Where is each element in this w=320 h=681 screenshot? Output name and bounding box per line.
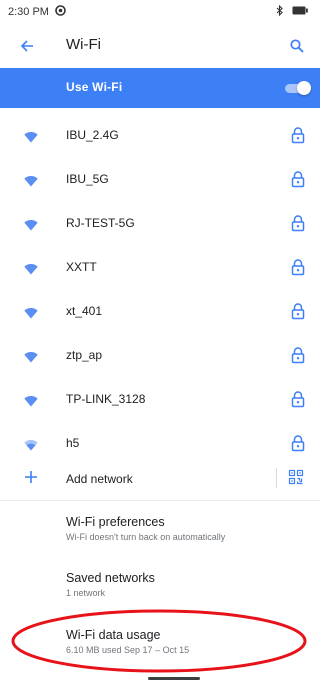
lock-icon (291, 126, 305, 144)
status-time: 2:30 PM (8, 6, 49, 18)
back-arrow-icon[interactable] (17, 36, 37, 56)
wifi-signal-icon (24, 306, 38, 319)
add-network-label: Add network (66, 472, 133, 486)
wifi-signal-icon (24, 262, 38, 275)
network-row[interactable]: XXTT (0, 246, 320, 290)
status-left: 2:30 PM (8, 5, 66, 19)
wifi-data-usage-item[interactable]: Wi-Fi data usage 6.10 MB used Sep 17 – O… (66, 627, 306, 657)
lock-icon (291, 258, 305, 276)
lock-icon (291, 170, 305, 188)
lock-icon (291, 302, 305, 320)
network-name: xt_401 (66, 304, 103, 318)
use-wifi-row[interactable]: Use Wi-Fi (0, 68, 320, 108)
network-name: ztp_ap (66, 348, 103, 362)
app-circle-icon (55, 5, 66, 19)
section-divider (0, 500, 320, 501)
saved-networks-item[interactable]: Saved networks 1 network (66, 570, 306, 600)
wifi-signal-icon (24, 218, 38, 231)
network-name: h5 (66, 436, 80, 450)
network-name: IBU_2.4G (66, 128, 119, 142)
add-network-row[interactable]: Add network (0, 458, 320, 500)
network-list: IBU_2.4G IBU_5G RJ-TEST-5G XXTT xt_401 z… (0, 114, 320, 466)
app-bar: Wi-Fi (0, 24, 320, 68)
use-wifi-toggle[interactable] (285, 81, 311, 95)
bluetooth-icon (276, 4, 284, 19)
plus-icon (23, 469, 39, 485)
divider (276, 468, 277, 488)
network-row[interactable]: ztp_ap (0, 334, 320, 378)
lock-icon (291, 346, 305, 364)
pref-title: Saved networks (66, 571, 155, 585)
page-title: Wi-Fi (66, 36, 101, 53)
status-right (276, 4, 308, 19)
toggle-knob (297, 81, 311, 95)
network-row[interactable]: RJ-TEST-5G (0, 202, 320, 246)
pref-subtitle: Wi-Fi doesn't turn back on automatically (66, 532, 226, 542)
wifi-preferences-item[interactable]: Wi-Fi preferences Wi-Fi doesn't turn bac… (66, 514, 306, 544)
pref-title: Wi-Fi preferences (66, 515, 165, 529)
wifi-signal-icon (24, 174, 38, 187)
network-row[interactable]: IBU_5G (0, 158, 320, 202)
lock-icon (291, 434, 305, 452)
qr-code-icon[interactable] (288, 469, 304, 485)
network-name: RJ-TEST-5G (66, 216, 135, 230)
lock-icon (291, 214, 305, 232)
network-name: XXTT (66, 260, 97, 274)
network-row[interactable]: TP-LINK_3128 (0, 378, 320, 422)
network-row[interactable]: xt_401 (0, 290, 320, 334)
lock-icon (291, 390, 305, 408)
network-name: IBU_5G (66, 172, 109, 186)
wifi-signal-icon (24, 130, 38, 143)
wifi-signal-icon (24, 438, 38, 451)
status-bar: 2:30 PM (0, 0, 320, 24)
search-icon[interactable] (287, 36, 307, 56)
wifi-signal-icon (24, 394, 38, 407)
pref-subtitle: 6.10 MB used Sep 17 – Oct 15 (66, 645, 190, 655)
pref-subtitle: 1 network (66, 588, 106, 598)
wifi-signal-icon (24, 350, 38, 363)
use-wifi-label: Use Wi-Fi (66, 80, 123, 94)
pref-title: Wi-Fi data usage (66, 628, 161, 642)
battery-icon (292, 6, 308, 18)
network-row[interactable]: IBU_2.4G (0, 114, 320, 158)
home-indicator[interactable] (148, 677, 200, 680)
network-name: TP-LINK_3128 (66, 392, 146, 406)
